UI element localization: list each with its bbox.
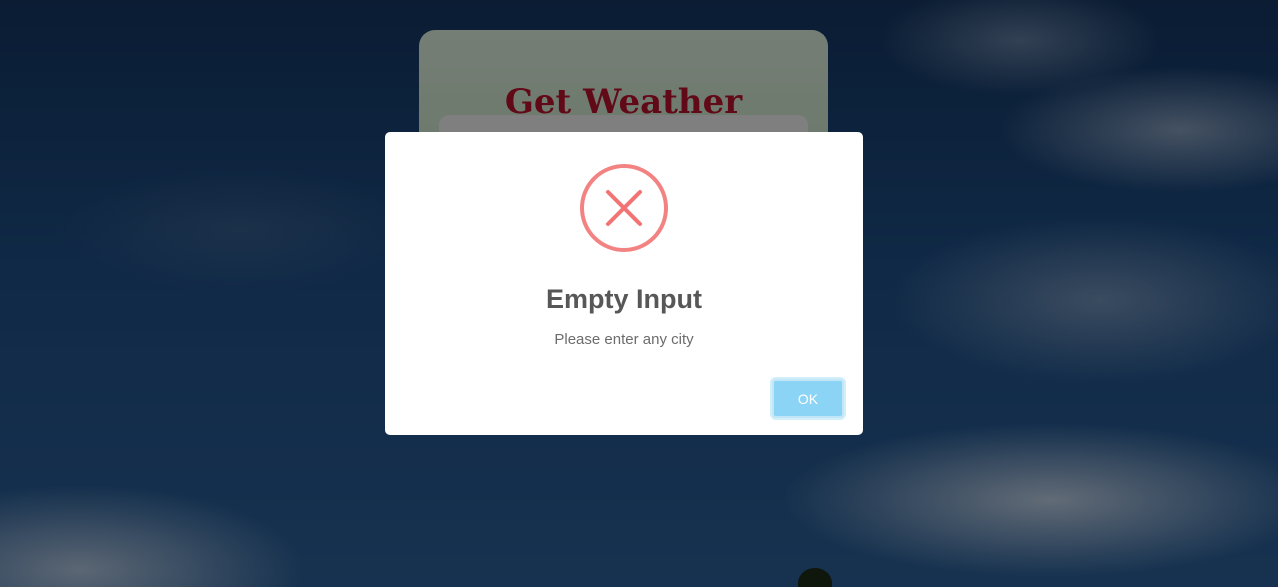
error-x-icon [580, 164, 668, 252]
alert-message: Please enter any city [554, 331, 694, 348]
alert-title: Empty Input [546, 284, 702, 314]
alert-modal: Empty Input Please enter any city OK [385, 132, 863, 435]
ok-button[interactable]: OK [772, 379, 844, 418]
